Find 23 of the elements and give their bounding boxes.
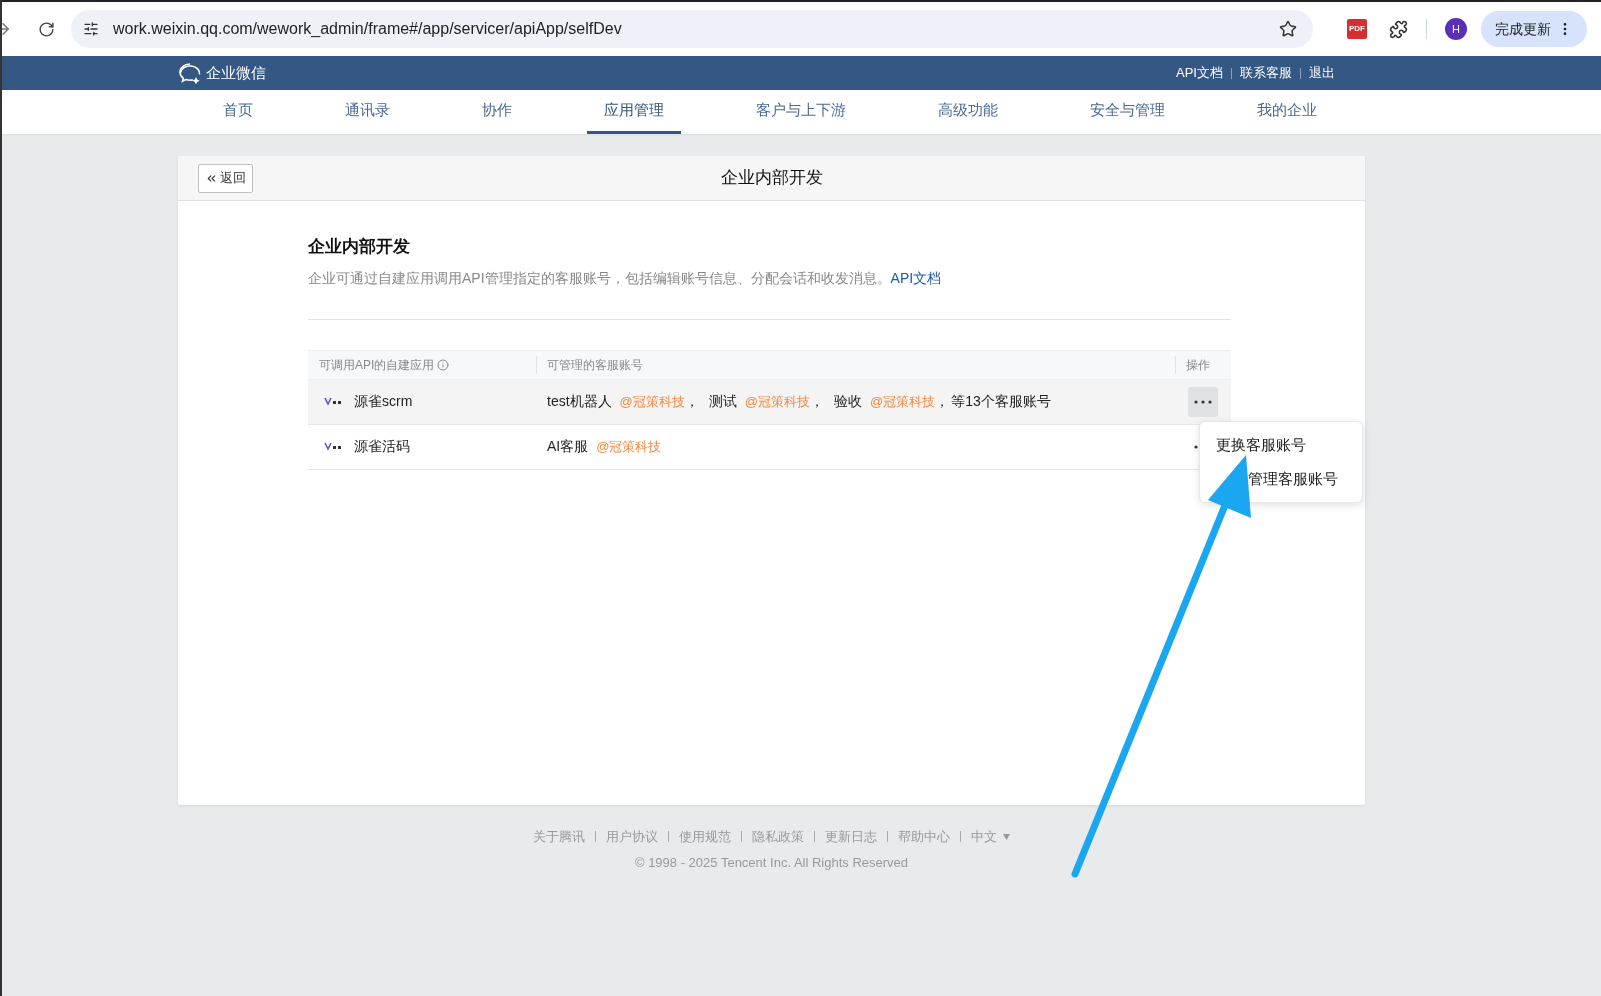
app-name: 源雀活码 (354, 437, 410, 456)
column-header: 操作 (1186, 357, 1210, 372)
card-title: 企业内部开发 (720, 167, 823, 190)
account-corp: @冠策科技 (870, 392, 936, 411)
account-corp: @冠策科技 (596, 437, 662, 456)
section-description: 企业可通过自建应用调用API管理指定的客服账号，包括编辑账号信息、分配会话和收发消息。API文档 (308, 268, 943, 288)
section-heading: 企业内部开发 (308, 236, 411, 258)
account-name: AI客服 (547, 437, 589, 456)
account-name: 验收 (834, 392, 862, 411)
separator: ， (810, 392, 824, 411)
account-corp: @冠策科技 (744, 392, 810, 411)
copyright-text: © 1998 - 2025 Tencent Inc. All Rights Reserved (634, 853, 909, 872)
separator: ， (935, 392, 950, 411)
column-header: 可调用API的自建应用 (319, 356, 435, 374)
column-header: 可管理的客服账号 (547, 357, 643, 372)
account-count: 等13个客服账号 (951, 392, 1051, 411)
app-name: 源雀scrm (354, 392, 413, 411)
separator: ， (684, 392, 699, 411)
brand-name: 企业微信 (206, 62, 266, 83)
url-text: work.weixin.qq.com/wework_admin/frame#/app/servicer/apiApp/selfDev (113, 19, 622, 39)
account-name: 测试 (708, 392, 737, 411)
account-name: test机器人 (547, 392, 612, 411)
account-corp: @冠策科技 (619, 392, 685, 411)
